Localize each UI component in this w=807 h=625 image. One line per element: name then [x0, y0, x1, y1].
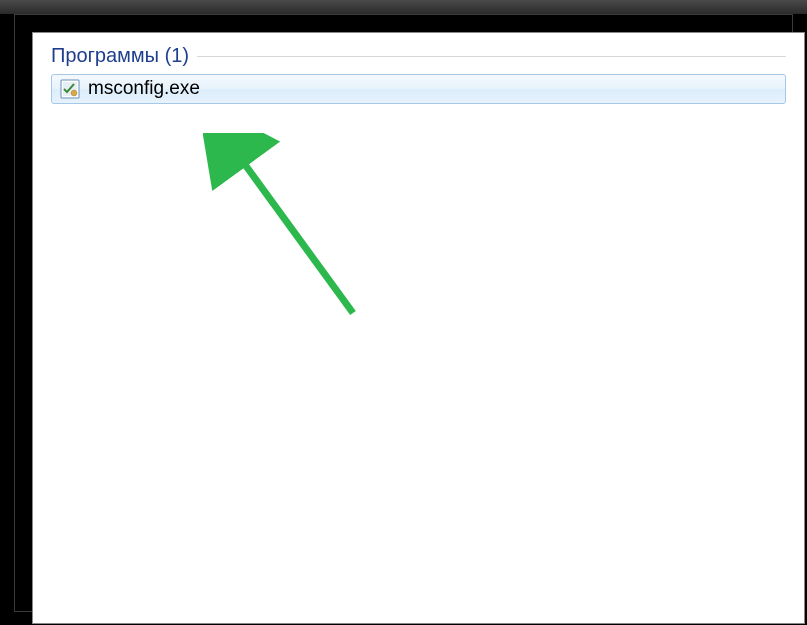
search-results-panel: Программы (1) msconfig.exe: [32, 32, 805, 624]
search-result-label: msconfig.exe: [88, 78, 200, 100]
annotation-arrow-icon: [203, 133, 403, 353]
msconfig-icon: [60, 79, 80, 99]
group-label: Программы (1): [51, 45, 197, 68]
window-border: Программы (1) msconfig.exe: [14, 14, 793, 612]
outer-frame: Программы (1) msconfig.exe: [0, 0, 807, 625]
results-group-header: Программы (1): [51, 45, 786, 68]
window-titlebar: [0, 0, 807, 14]
group-divider: [197, 56, 786, 57]
search-result-item[interactable]: msconfig.exe: [51, 74, 786, 104]
